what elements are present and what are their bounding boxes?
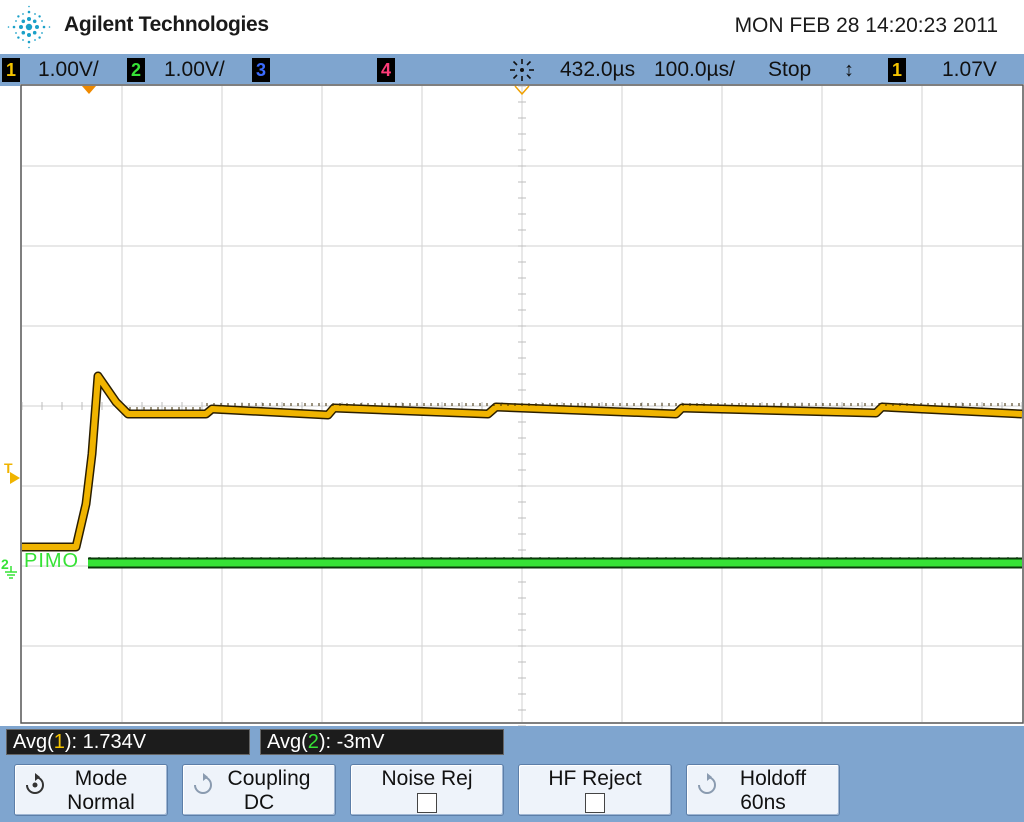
entry-knob-icon <box>698 773 716 794</box>
measurement-avg-2[interactable]: Avg(2): -3mV <box>260 729 504 755</box>
mode-softkey[interactable]: Mode Normal <box>14 764 168 816</box>
channel-status-bar: 1 1.00V/ 2 1.00V/ 3 4 432.0µs 100.0µs/ S… <box>0 54 1024 86</box>
measurement-prefix: Avg( <box>267 731 308 753</box>
trigger-source-badge[interactable]: 1 <box>888 58 906 82</box>
noise-reject-checkbox[interactable] <box>417 793 437 813</box>
measurement-bar: Avg(1): 1.734V Avg(2): -3mV <box>0 726 1024 760</box>
hf-reject-checkbox[interactable] <box>585 793 605 813</box>
softkey-title: Noise Rej <box>381 767 473 790</box>
agilent-logo-icon <box>7 5 51 49</box>
coupling-softkey[interactable]: Coupling DC <box>182 764 336 816</box>
measurement-avg-1[interactable]: Avg(1): 1.734V <box>6 729 250 755</box>
time-delay[interactable]: 432.0µs <box>560 57 635 83</box>
measurement-prefix: Avg( <box>13 731 54 753</box>
softkey-title: HF Reject <box>548 767 642 790</box>
channel-2-label: PIMO <box>24 550 80 572</box>
trigger-level-arrow-icon <box>10 472 20 484</box>
measurement-value: ): 1.734V <box>64 731 147 753</box>
brand-name: Agilent Technologies <box>64 13 269 36</box>
ground-icon <box>5 566 17 579</box>
softkey-bar: Mode Normal Coupling DC Noise Rej HF Rej… <box>0 760 1024 822</box>
channel-2-scale[interactable]: 1.00V/ <box>164 57 225 83</box>
measurement-channel: 2 <box>307 731 319 753</box>
channel-1-scale[interactable]: 1.00V/ <box>38 57 99 83</box>
marker-strip: T 2 <box>0 86 20 726</box>
date-time: MON FEB 28 14:20:23 2011 <box>734 14 998 37</box>
header: Agilent Technologies MON FEB 28 14:20:23… <box>0 0 1024 54</box>
measurement-channel: 1 <box>53 731 65 753</box>
channel-4-badge[interactable]: 4 <box>377 58 395 82</box>
channel-1-badge[interactable]: 1 <box>2 58 20 82</box>
trigger-position-icon <box>510 59 534 81</box>
hf-reject-softkey[interactable]: HF Reject <box>518 764 672 816</box>
waveform-display[interactable]: PIMO <box>20 84 1024 726</box>
entry-knob-icon <box>26 773 44 794</box>
noise-reject-softkey[interactable]: Noise Rej <box>350 764 504 816</box>
measurement-value: ): -3mV <box>318 731 385 753</box>
graticule <box>20 84 1024 726</box>
run-state[interactable]: Stop <box>768 57 811 83</box>
time-scale[interactable]: 100.0µs/ <box>654 57 735 83</box>
entry-knob-icon <box>194 773 212 794</box>
up-down-arrow-icon: ↕ <box>844 59 854 81</box>
trigger-point-marker[interactable] <box>82 86 96 94</box>
channel-3-badge[interactable]: 3 <box>252 58 270 82</box>
holdoff-softkey[interactable]: Holdoff 60ns <box>686 764 840 816</box>
channel-2-badge[interactable]: 2 <box>127 58 145 82</box>
trigger-level[interactable]: 1.07V <box>942 57 997 83</box>
